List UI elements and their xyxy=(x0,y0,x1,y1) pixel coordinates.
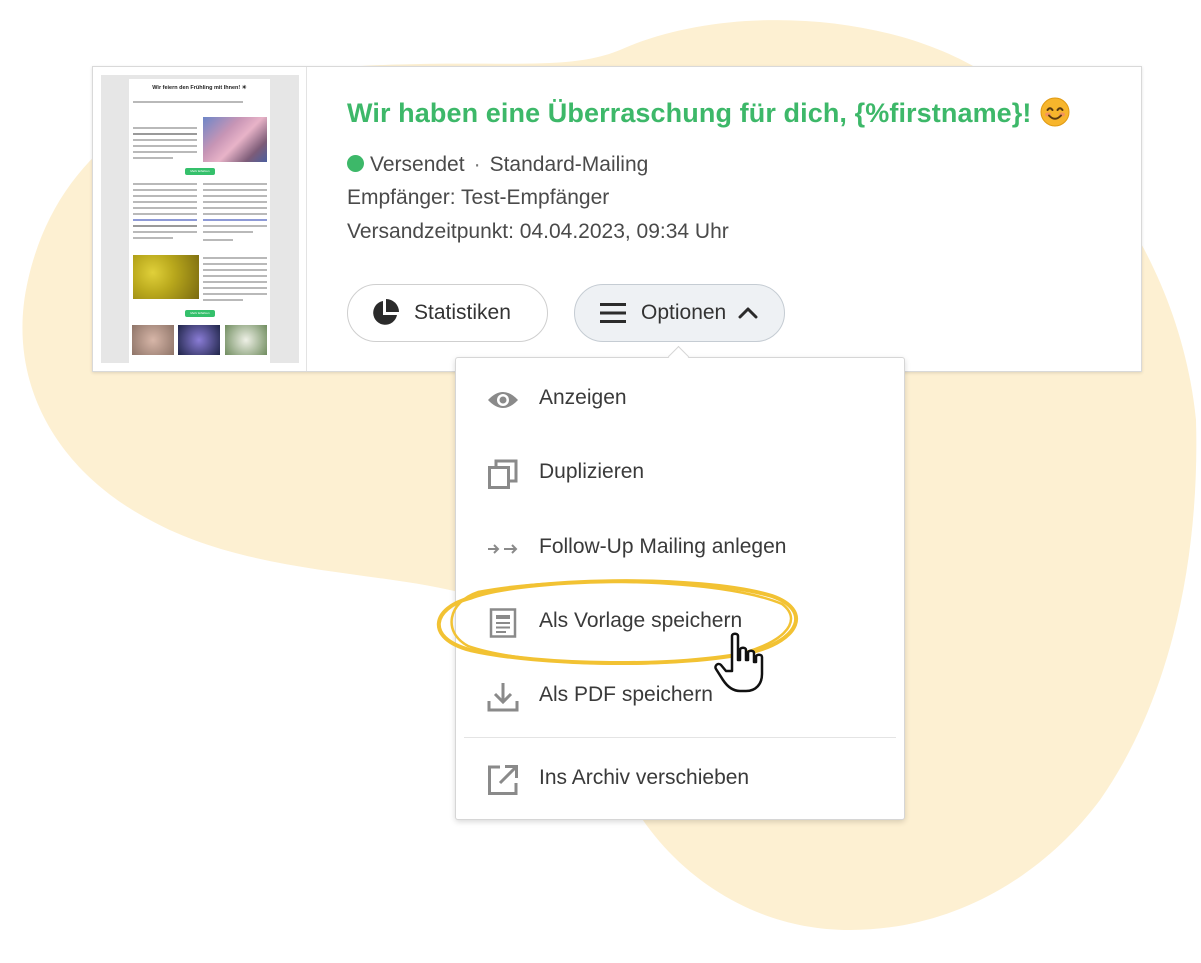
duplicate-icon xyxy=(486,457,520,491)
thumbnail-text-line xyxy=(133,139,197,141)
statistics-label: Statistiken xyxy=(414,301,511,324)
pointer-hand-cursor-icon xyxy=(714,632,764,693)
thumbnail-page: Wir feiern den Frühling mit Ihnen! ☀ Meh… xyxy=(129,79,270,363)
thumbnail-text-line xyxy=(133,231,197,233)
thumbnail-text-line xyxy=(133,133,197,135)
menu-item-label: Ins Archiv verschieben xyxy=(539,766,750,789)
menu-item-duplicate[interactable]: Duplizieren xyxy=(456,445,904,501)
thumbnail-text-line xyxy=(203,189,267,191)
menu-divider xyxy=(464,737,896,738)
menu-item-label: Follow-Up Mailing anlegen xyxy=(539,535,787,558)
status-text: Versendet xyxy=(370,153,465,176)
pie-chart-icon xyxy=(373,299,399,325)
thumbnail-text-line xyxy=(203,195,267,197)
thumbnail-text-line xyxy=(133,201,197,203)
thumbnail-text-line xyxy=(133,189,197,191)
thumbnail-text-line xyxy=(203,287,267,289)
menu-item-save-pdf[interactable]: Als PDF speichern xyxy=(456,668,904,724)
thumbnail-text-line xyxy=(203,207,267,209)
thumbnail-text-line xyxy=(133,157,173,159)
mailing-card: Wir feiern den Frühling mit Ihnen! ☀ Meh… xyxy=(92,66,1142,372)
thumbnail-text-line xyxy=(203,299,243,301)
options-dropdown-menu: Anzeigen Duplizieren Follow-Up Mailing a… xyxy=(455,357,905,820)
mailing-thumbnail[interactable]: Wir feiern den Frühling mit Ihnen! ☀ Meh… xyxy=(93,67,307,371)
menu-item-follow-up[interactable]: Follow-Up Mailing anlegen xyxy=(456,520,904,576)
menu-item-label: Anzeigen xyxy=(539,386,627,409)
hamburger-menu-icon xyxy=(600,303,626,323)
menu-item-label: Als PDF speichern xyxy=(539,683,713,706)
follow-up-arrows-icon xyxy=(486,532,520,566)
menu-item-label: Als Vorlage speichern xyxy=(539,609,743,632)
status-dot-icon xyxy=(347,155,364,172)
thumbnail-text-line xyxy=(203,263,267,265)
thumbnail-text-line xyxy=(203,275,267,277)
thumbnail-text-line xyxy=(203,257,267,259)
thumbnail-text-line xyxy=(203,293,267,295)
thumbnail-text-line xyxy=(203,231,253,233)
template-icon xyxy=(486,606,520,640)
download-icon xyxy=(486,680,520,714)
thumbnail-text-line xyxy=(203,219,267,221)
thumbnail-text-line xyxy=(203,213,267,215)
thumbnail-flower-image xyxy=(225,325,267,355)
chevron-up-icon xyxy=(738,307,758,319)
smiling-face-emoji-icon xyxy=(1040,97,1069,127)
thumbnail-button: Mehr Erfahren xyxy=(185,310,215,317)
thumbnail-text-line xyxy=(133,183,197,185)
mailing-subject-text: Wir haben eine Überraschung für dich, {%… xyxy=(347,98,1032,128)
options-button[interactable]: Optionen xyxy=(574,284,785,342)
thumbnail-text-line xyxy=(133,207,197,209)
thumbnail-text-line xyxy=(203,183,267,185)
recipients-line: Empfänger: Test-Empfänger xyxy=(347,186,610,209)
external-link-icon xyxy=(486,763,520,797)
thumbnail-forsythia-image xyxy=(133,255,199,299)
menu-item-save-template[interactable]: Als Vorlage speichern xyxy=(456,594,904,650)
thumbnail-text-line xyxy=(133,219,197,221)
mailing-subject[interactable]: Wir haben eine Überraschung für dich, {%… xyxy=(347,97,1070,129)
thumbnail-text-line xyxy=(203,225,267,227)
status-line: Versendet · Standard-Mailing xyxy=(347,153,648,177)
thumbnail-text-line xyxy=(133,127,197,129)
thumbnail-flower-image xyxy=(178,325,220,355)
thumbnail-text-line xyxy=(203,239,233,241)
status-separator: · xyxy=(473,153,481,176)
options-label: Optionen xyxy=(641,301,727,324)
thumbnail-text-line xyxy=(203,201,267,203)
menu-item-view[interactable]: Anzeigen xyxy=(456,371,904,427)
thumbnail-text-line xyxy=(203,269,267,271)
thumbnail-text-line xyxy=(133,213,197,215)
thumbnail-text-line xyxy=(133,145,197,147)
mailing-type: Standard-Mailing xyxy=(489,153,649,176)
thumbnail-title: Wir feiern den Frühling mit Ihnen! ☀ xyxy=(152,85,247,91)
thumbnail-text-line xyxy=(203,281,267,283)
thumbnail-text-line xyxy=(133,225,197,227)
statistics-button[interactable]: Statistiken xyxy=(347,284,548,342)
menu-item-archive[interactable]: Ins Archiv verschieben xyxy=(456,751,904,807)
send-time-line: Versandzeitpunkt: 04.04.2023, 09:34 Uhr xyxy=(347,220,729,243)
thumbnail-blossom-image xyxy=(203,117,267,162)
thumbnail-text-line xyxy=(133,237,173,239)
thumbnail-text-line xyxy=(133,195,197,197)
eye-icon xyxy=(486,383,520,417)
thumbnail-button: Mehr Erfahren xyxy=(185,168,215,175)
thumbnail-text-line xyxy=(133,151,197,153)
menu-item-label: Duplizieren xyxy=(539,460,645,483)
thumbnail-flower-image xyxy=(132,325,174,355)
